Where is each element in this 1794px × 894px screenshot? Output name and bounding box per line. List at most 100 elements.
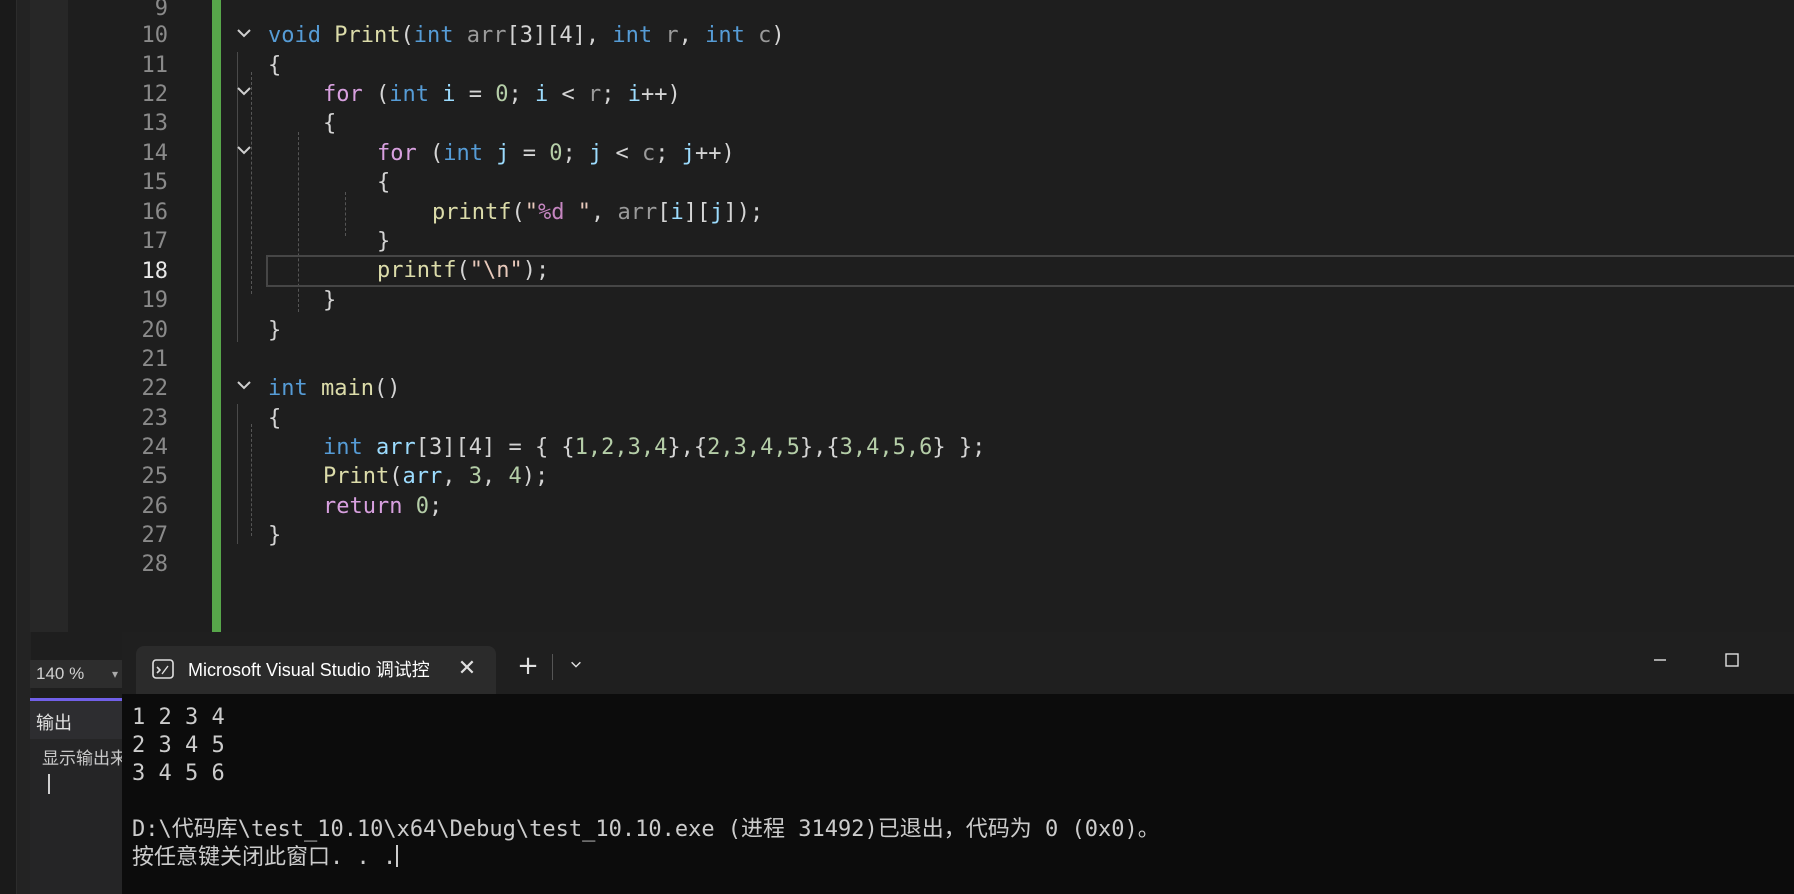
code-token: = bbox=[522, 141, 550, 166]
code-line-23[interactable]: { bbox=[268, 402, 281, 436]
code-token: arr bbox=[402, 464, 443, 489]
code-line-13[interactable]: { bbox=[323, 107, 336, 141]
code-token: i bbox=[627, 82, 641, 107]
code-token: { bbox=[268, 406, 282, 431]
code-token: main bbox=[320, 376, 374, 401]
close-icon[interactable]: ✕ bbox=[454, 656, 480, 682]
line-number: 13 bbox=[141, 111, 169, 136]
code-token: , bbox=[678, 23, 706, 48]
code-token: 1,2,3,4 bbox=[574, 435, 668, 460]
minimize-icon[interactable] bbox=[1640, 640, 1680, 680]
glyph-margin bbox=[30, 0, 68, 632]
terminal-line: D:\代码库\test_10.10\x64\Debug\test_10.10.e… bbox=[132, 817, 1160, 842]
tab-separator bbox=[552, 654, 553, 680]
code-line-14[interactable]: for (int j = 0; j < c; j++) bbox=[377, 137, 735, 171]
code-token: arr bbox=[617, 200, 658, 225]
code-token: () bbox=[373, 376, 401, 401]
code-token: 3,4,5,6 bbox=[839, 435, 933, 460]
code-token: for bbox=[377, 141, 430, 166]
code-line-20[interactable]: } bbox=[268, 314, 281, 348]
terminal-tab-title: Microsoft Visual Studio 调试控 bbox=[188, 660, 430, 680]
terminal-output[interactable]: 1 2 3 4 2 3 4 5 3 4 5 6 D:\代码库\test_10.1… bbox=[132, 704, 1782, 894]
code-token: r bbox=[665, 23, 679, 48]
code-line-19[interactable]: } bbox=[323, 284, 336, 318]
line-number: 17 bbox=[141, 229, 169, 254]
code-token: " bbox=[509, 258, 523, 283]
code-token: " bbox=[564, 200, 591, 225]
code-token: ( bbox=[511, 200, 525, 225]
code-token: int bbox=[413, 23, 467, 48]
line-number-gutter: 9 10 11 12 13 14 15 16 17 18 19 20 21 22 23 24 25 26 27 28 bbox=[68, 0, 169, 632]
code-token: ++) bbox=[694, 141, 735, 166]
code-token: ( bbox=[429, 141, 444, 166]
code-token: 0 bbox=[495, 82, 509, 107]
code-token: r bbox=[587, 82, 602, 107]
code-token: } bbox=[268, 318, 282, 343]
output-tab[interactable]: 输出 bbox=[36, 709, 72, 735]
code-line-18[interactable]: printf("\n"); bbox=[377, 254, 549, 288]
fold-chevron-icon[interactable] bbox=[233, 82, 255, 104]
code-token: [3][4] = { { bbox=[415, 435, 575, 460]
code-token: j bbox=[681, 141, 695, 166]
terminal-prompt-text: 按任意键关闭此窗口. . . bbox=[132, 845, 397, 870]
chevron-down-icon[interactable] bbox=[558, 646, 594, 686]
code-line-16[interactable]: printf("%d ", arr[i][j]); bbox=[432, 196, 763, 230]
code-token: } bbox=[268, 523, 282, 548]
code-token: ]); bbox=[723, 200, 764, 225]
code-token: i bbox=[534, 82, 562, 107]
terminal-cursor bbox=[396, 845, 399, 867]
code-token: , bbox=[442, 464, 469, 489]
code-token: < bbox=[561, 82, 588, 107]
code-token: for bbox=[323, 82, 376, 107]
code-token: int bbox=[389, 82, 443, 107]
code-token: i bbox=[442, 82, 469, 107]
zoom-level-value: 140 % bbox=[36, 664, 85, 683]
code-token: int bbox=[268, 376, 321, 401]
code-token: j bbox=[496, 141, 523, 166]
code-token: ); bbox=[522, 258, 550, 283]
code-line-15[interactable]: { bbox=[377, 166, 390, 200]
new-tab-button[interactable]: + bbox=[506, 646, 550, 686]
fold-chevron-icon[interactable] bbox=[233, 141, 255, 163]
code-line-26[interactable]: return 0; bbox=[323, 490, 442, 524]
terminal-line: 2 3 4 5 bbox=[132, 733, 225, 758]
output-panel: 输出 显示输出来 bbox=[30, 698, 127, 894]
left-edge-strip bbox=[0, 0, 16, 894]
code-line-12[interactable]: for (int i = 0; i < r; i++) bbox=[323, 78, 681, 112]
code-token: ( bbox=[389, 464, 403, 489]
terminal-line: 按任意键关闭此窗口. . . bbox=[132, 844, 399, 872]
code-token: , bbox=[481, 464, 509, 489]
code-token: } }; bbox=[932, 435, 986, 460]
code-token: { bbox=[323, 111, 337, 136]
code-token: " bbox=[524, 200, 538, 225]
code-token: ; bbox=[655, 141, 682, 166]
code-line-10[interactable]: void Print(int arr[3][4], int r, int c) bbox=[268, 19, 785, 53]
code-token: j bbox=[710, 200, 724, 225]
fold-chevron-icon[interactable] bbox=[233, 24, 255, 46]
code-line-25[interactable]: Print(arr, 3, 4); bbox=[323, 460, 548, 494]
fold-chevron-icon[interactable] bbox=[233, 376, 255, 398]
code-token: ; bbox=[601, 82, 628, 107]
code-editor[interactable]: void Print(int arr[3][4], int r, int c) … bbox=[221, 0, 1794, 632]
code-token: 0 bbox=[415, 494, 429, 519]
code-token: ][ bbox=[683, 200, 711, 225]
code-line-27[interactable]: } bbox=[268, 519, 281, 553]
maximize-icon[interactable] bbox=[1712, 640, 1752, 680]
code-token: , bbox=[590, 200, 618, 225]
code-line-22[interactable]: int main() bbox=[268, 372, 400, 406]
terminal-tab[interactable]: Microsoft Visual Studio 调试控 ✕ bbox=[136, 646, 496, 694]
line-number: 22 bbox=[141, 376, 169, 401]
code-line-11[interactable]: { bbox=[268, 49, 281, 83]
code-token: ; bbox=[562, 141, 589, 166]
line-number: 10 bbox=[141, 23, 169, 48]
indent-guide bbox=[345, 192, 346, 236]
code-token: c bbox=[758, 23, 772, 48]
code-token: i bbox=[670, 200, 684, 225]
terminal-titlebar: Microsoft Visual Studio 调试控 ✕ + bbox=[122, 632, 1794, 694]
terminal-window: Microsoft Visual Studio 调试控 ✕ + 1 2 3 4 … bbox=[122, 632, 1794, 894]
zoom-level-dropdown[interactable]: 140 % ▾ bbox=[30, 660, 122, 688]
code-token: arr bbox=[466, 23, 507, 48]
code-token: },{ bbox=[667, 435, 708, 460]
code-token: ++) bbox=[640, 82, 681, 107]
code-token: 3 bbox=[468, 464, 482, 489]
